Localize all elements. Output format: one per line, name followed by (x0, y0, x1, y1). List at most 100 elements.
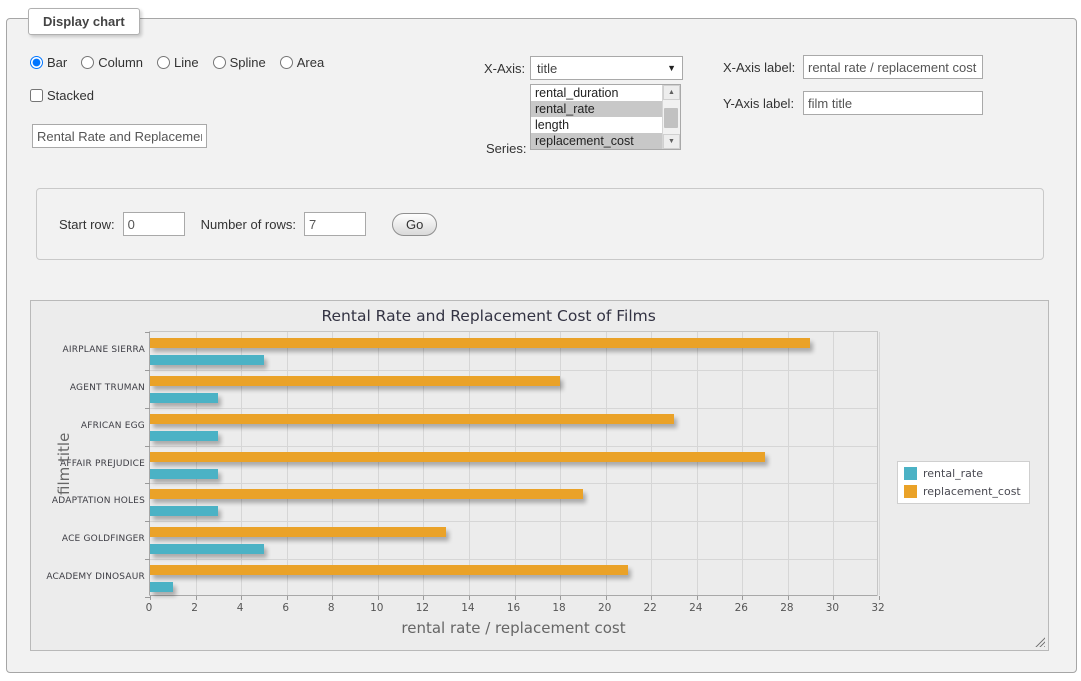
x-tick-mark (833, 596, 834, 600)
chart-type-radio-group: Bar Column Line Spline Area (30, 55, 324, 70)
bar-rental_rate (150, 355, 264, 365)
chart-type-option-area: Area (280, 55, 324, 70)
x-tick-label: 4 (220, 602, 260, 614)
y-axis-label-input[interactable] (803, 91, 983, 115)
chart-type-option-bar: Bar (30, 55, 67, 70)
area-radio[interactable] (280, 56, 293, 69)
x-axis-line (150, 595, 877, 596)
x-tick-mark (378, 596, 379, 600)
x-tick-label: 22 (630, 602, 670, 614)
start-row-label: Start row: (59, 217, 115, 232)
chart-legend: rental_ratereplacement_cost (897, 461, 1030, 504)
y-axis-title: film title (55, 433, 73, 495)
x-tick-mark (742, 596, 743, 600)
category-label: AGENT TRUMAN (33, 382, 145, 394)
vertical-gridline (697, 332, 698, 595)
x-tick-label: 6 (266, 602, 306, 614)
x-tick-mark (287, 596, 288, 600)
chart-type-option-spline: Spline (213, 55, 266, 70)
x-tick-mark (469, 596, 470, 600)
bar-rental_rate (150, 469, 218, 479)
bar-replacement_cost (150, 527, 446, 537)
x-axis-selected-value: title (537, 61, 557, 76)
bar-rental_rate (150, 393, 218, 403)
bar-replacement_cost (150, 489, 583, 499)
horizontal-gridline (150, 446, 877, 447)
plot-area (149, 331, 878, 596)
legend-label: rental_rate (923, 467, 983, 480)
legend-swatch (904, 467, 917, 480)
x-tick-mark (332, 596, 333, 600)
scrollbar-track[interactable] (663, 100, 680, 134)
y-axis-line (149, 332, 150, 595)
x-tick-label: 8 (311, 602, 351, 614)
start-row-input[interactable] (123, 212, 185, 236)
series-option-rental_duration[interactable]: rental_duration (531, 85, 662, 101)
chart-type-option-column: Column (81, 55, 143, 70)
vertical-gridline (287, 332, 288, 595)
x-tick-label: 12 (402, 602, 442, 614)
chart-type-label: Spline (230, 55, 266, 70)
vertical-gridline (833, 332, 834, 595)
bar-rental_rate (150, 544, 264, 554)
bar-replacement_cost (150, 338, 810, 348)
vertical-gridline (560, 332, 561, 595)
y-tick-mark (145, 408, 150, 409)
pager-box: Start row: Number of rows: Go (36, 188, 1044, 260)
chevron-down-icon: ▼ (667, 63, 676, 73)
horizontal-gridline (150, 521, 877, 522)
bar-replacement_cost (150, 565, 628, 575)
vertical-gridline (879, 332, 880, 595)
category-label: ACE GOLDFINGER (33, 533, 145, 545)
spline-radio[interactable] (213, 56, 226, 69)
stacked-checkbox[interactable] (30, 89, 43, 102)
series-option-replacement_cost[interactable]: replacement_cost (531, 133, 662, 149)
bar-rental_rate (150, 582, 173, 592)
chart-type-label: Area (297, 55, 324, 70)
series-option-rental_rate[interactable]: rental_rate (531, 101, 662, 117)
chart-type-option-line: Line (157, 55, 199, 70)
line-radio[interactable] (157, 56, 170, 69)
vertical-gridline (332, 332, 333, 595)
resize-grip-icon[interactable] (1034, 636, 1045, 647)
x-tick-label: 16 (494, 602, 534, 614)
x-tick-label: 26 (721, 602, 761, 614)
y-tick-mark (145, 521, 150, 522)
page: Display chart Bar Column Line Spline Area St… (0, 0, 1081, 681)
y-tick-mark (145, 559, 150, 560)
x-tick-mark (196, 596, 197, 600)
vertical-gridline (742, 332, 743, 595)
num-rows-input[interactable] (304, 212, 366, 236)
category-label: ACADEMY DINOSAUR (33, 571, 145, 583)
series-listbox[interactable]: rental_durationrental_ratelengthreplacem… (530, 84, 681, 150)
chart-container: Rental Rate and Replacement Cost of Film… (30, 300, 1049, 651)
scroll-up-icon[interactable]: ▲ (663, 85, 680, 100)
series-option-length[interactable]: length (531, 117, 662, 133)
chart-title-input[interactable] (32, 124, 207, 148)
vertical-gridline (788, 332, 789, 595)
category-label: AFFAIR PREJUDICE (33, 458, 145, 470)
x-tick-mark (879, 596, 880, 600)
go-button[interactable]: Go (392, 213, 437, 236)
panel-title: Display chart (28, 8, 140, 35)
listbox-scrollbar[interactable]: ▲ ▼ (662, 85, 680, 149)
vertical-gridline (515, 332, 516, 595)
bar-radio[interactable] (30, 56, 43, 69)
x-tick-mark (697, 596, 698, 600)
x-axis-select[interactable]: title ▼ (530, 56, 683, 80)
y-tick-mark (145, 332, 150, 333)
x-axis-label-input[interactable] (803, 55, 983, 79)
chart-title: Rental Rate and Replacement Cost of Film… (31, 307, 946, 325)
x-tick-mark (241, 596, 242, 600)
chart-type-label: Line (174, 55, 199, 70)
num-rows-label: Number of rows: (201, 217, 296, 232)
y-axis-label-caption: Y-Axis label: (723, 96, 794, 111)
scroll-down-icon[interactable]: ▼ (663, 134, 680, 149)
vertical-gridline (378, 332, 379, 595)
series-select-label: Series: (486, 141, 526, 156)
x-tick-label: 24 (676, 602, 716, 614)
bar-replacement_cost (150, 452, 765, 462)
scrollbar-thumb[interactable] (664, 108, 678, 128)
vertical-gridline (241, 332, 242, 595)
column-radio[interactable] (81, 56, 94, 69)
